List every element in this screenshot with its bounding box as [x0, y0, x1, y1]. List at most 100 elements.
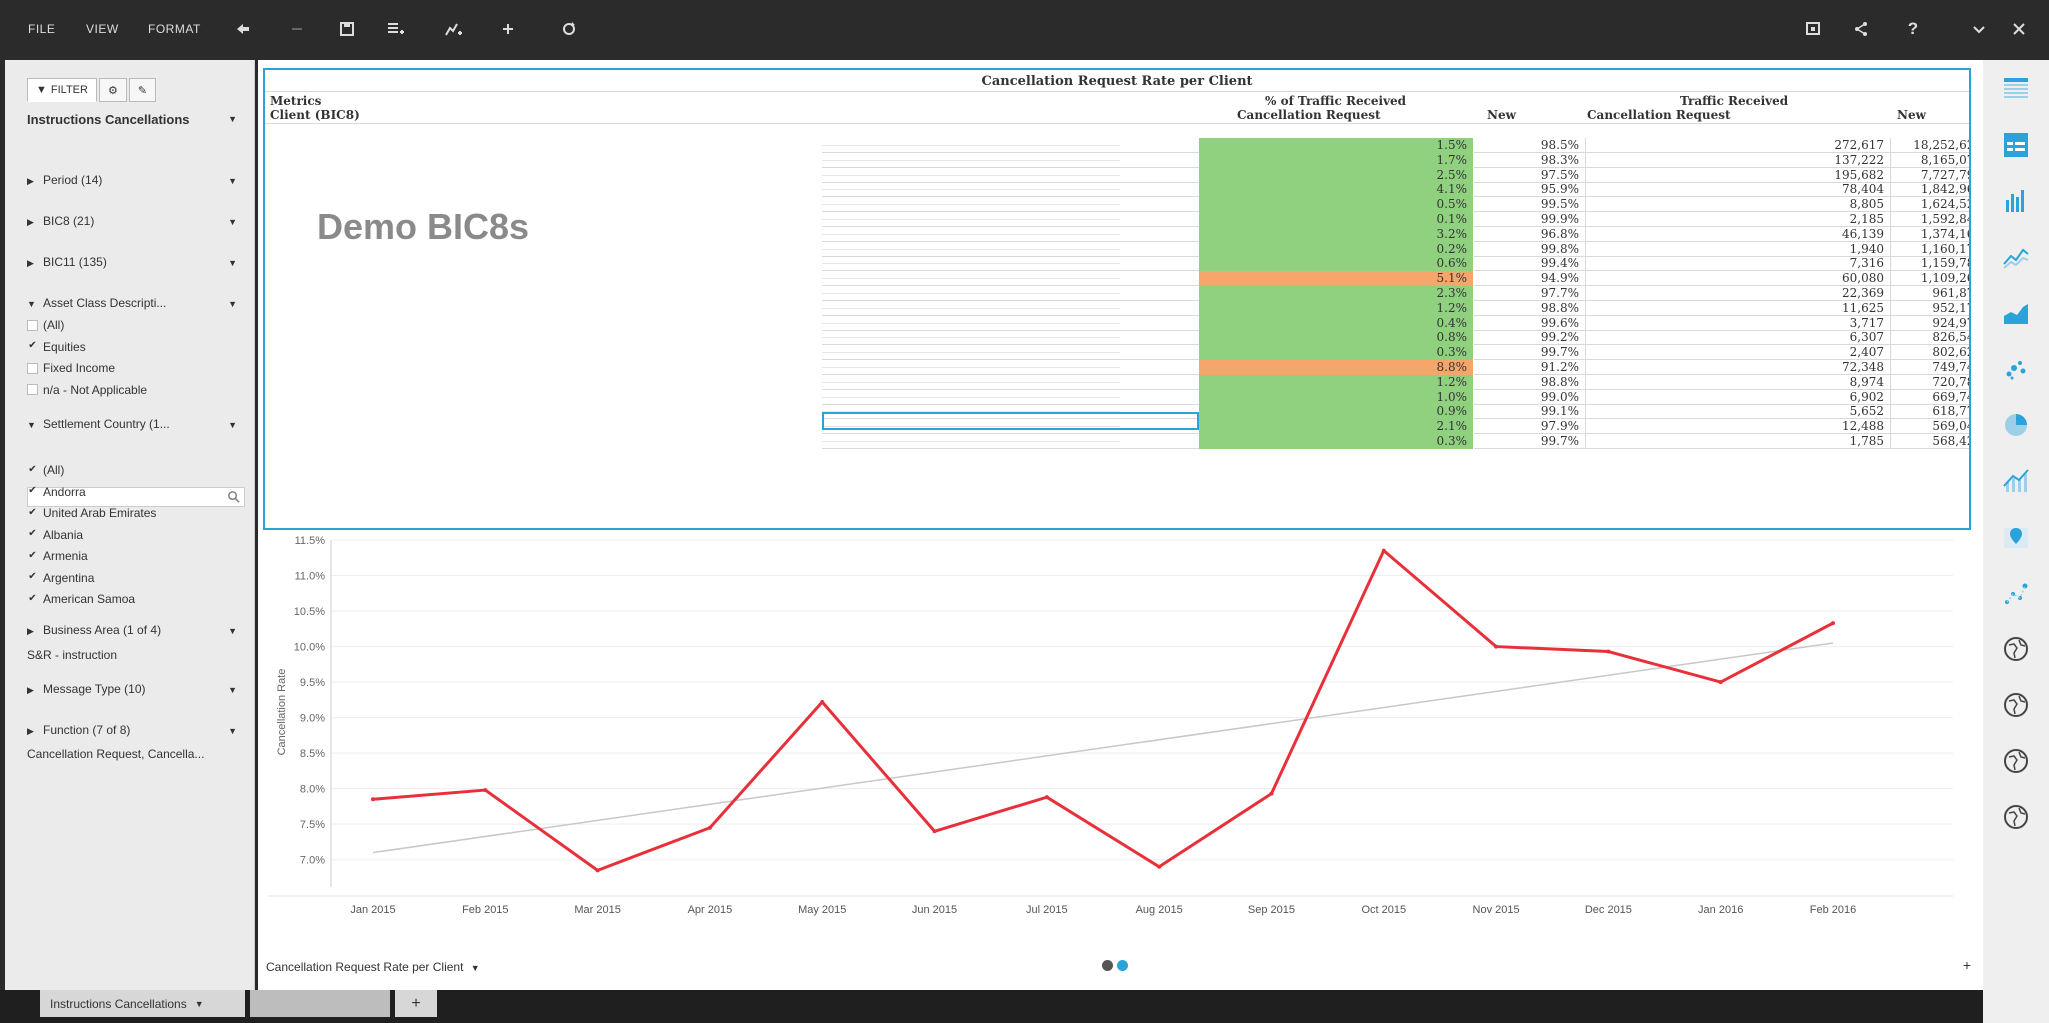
cancellation-count-cell[interactable]: 11,625: [1585, 300, 1890, 316]
new-count-cell[interactable]: 669,742: [1890, 389, 1969, 405]
new-count-cell[interactable]: 1,624,527: [1890, 197, 1969, 212]
cancellation-count-cell[interactable]: 1,785: [1585, 433, 1890, 449]
asset-class-option[interactable]: Fixed Income: [27, 361, 115, 375]
cancellation-count-cell[interactable]: 8,805: [1585, 197, 1890, 212]
new-count-cell[interactable]: 8,165,077: [1890, 152, 1969, 168]
new-count-cell[interactable]: 568,420: [1890, 433, 1969, 449]
table-row[interactable]: 0.5%99.5%8,8051,624,527: [265, 197, 1969, 213]
cancellation-count-cell[interactable]: 6,307: [1585, 330, 1890, 346]
country-option[interactable]: ✔ Armenia: [27, 549, 87, 563]
checkbox-checked-icon[interactable]: ✔: [27, 507, 38, 519]
cancellation-count-cell[interactable]: 2,185: [1585, 211, 1890, 227]
table-row[interactable]: 0.2%99.8%1,9401,160,171: [265, 241, 1969, 257]
table-row[interactable]: 0.4%99.6%3,717924,972: [265, 315, 1969, 331]
filter-message-type[interactable]: ▶ Message Type (10) ▼: [27, 682, 247, 696]
filter-settlement-country[interactable]: ▼ Settlement Country (1... ▼: [27, 417, 247, 431]
table-row[interactable]: 0.3%99.7%1,785568,420: [265, 433, 1969, 449]
table-row[interactable]: 1.5%98.5%272,61718,252,629: [265, 138, 1969, 153]
save-icon[interactable]: [334, 16, 360, 42]
column-header-new[interactable]: New: [1487, 108, 1516, 122]
crosstab-viz-icon[interactable]: [2001, 130, 2031, 160]
table-row[interactable]: 0.3%99.7%2,407802,620: [265, 345, 1969, 361]
redo-icon[interactable]: [286, 16, 312, 42]
new-count-cell[interactable]: 802,620: [1890, 345, 1969, 360]
new-count-cell[interactable]: 7,727,799: [1890, 167, 1969, 183]
cancellation-pct-cell[interactable]: 8.8%: [1199, 359, 1474, 375]
new-pct-cell[interactable]: 99.6%: [1475, 316, 1585, 331]
area-chart-icon[interactable]: [2001, 298, 2031, 328]
cancellation-pct-cell[interactable]: 1.2%: [1199, 300, 1474, 316]
table-row[interactable]: 1.2%98.8%8,974720,785: [265, 374, 1969, 390]
filter-bic8[interactable]: ▶ BIC8 (21) ▼: [27, 214, 247, 228]
new-pct-cell[interactable]: 99.7%: [1475, 434, 1585, 449]
filter-period[interactable]: ▶ Period (14) ▼: [27, 173, 247, 187]
cancellation-count-cell[interactable]: 60,080: [1585, 271, 1890, 286]
checkbox-checked-icon[interactable]: ✔: [27, 593, 38, 605]
chevron-down-icon[interactable]: ▼: [228, 685, 237, 695]
globe-icon[interactable]: [2001, 746, 2031, 776]
cancellation-pct-cell[interactable]: 1.5%: [1199, 138, 1474, 153]
cancellation-count-cell[interactable]: 12,488: [1585, 419, 1890, 434]
add-icon[interactable]: [496, 16, 522, 42]
tab-edit[interactable]: ✎: [128, 78, 157, 102]
client-column-header[interactable]: Client (BIC8): [270, 108, 360, 122]
checkbox-checked-icon[interactable]: ✔: [27, 341, 38, 352]
pie-chart-icon[interactable]: [2001, 410, 2031, 440]
cancellation-pct-cell[interactable]: 0.6%: [1199, 256, 1474, 272]
new-count-cell[interactable]: 618,776: [1890, 404, 1969, 420]
table-row[interactable]: 8.8%91.2%72,348749,741: [265, 359, 1969, 375]
cancellation-count-cell[interactable]: 8,974: [1585, 374, 1890, 390]
page-dot-1[interactable]: [1102, 960, 1113, 971]
new-pct-cell[interactable]: 97.5%: [1475, 168, 1585, 183]
new-pct-cell[interactable]: 99.1%: [1475, 404, 1585, 419]
checkbox-checked-icon[interactable]: ✔: [27, 464, 38, 476]
new-count-cell[interactable]: 749,741: [1890, 359, 1969, 375]
sheet-tab-inactive[interactable]: [250, 990, 390, 1017]
cancellation-count-cell[interactable]: 46,139: [1585, 226, 1890, 242]
new-pct-cell[interactable]: 98.5%: [1475, 138, 1585, 153]
table-row[interactable]: 1.2%98.8%11,625952,176: [265, 300, 1969, 316]
add-visual-icon[interactable]: [440, 16, 466, 42]
presentation-icon[interactable]: [1800, 16, 1826, 42]
new-pct-cell[interactable]: 98.8%: [1475, 301, 1585, 316]
selected-cell[interactable]: [822, 412, 1199, 430]
sheet-tab-active[interactable]: Instructions Cancellations ▼: [40, 990, 245, 1017]
new-pct-cell[interactable]: 99.9%: [1475, 212, 1585, 227]
checkbox-checked-icon[interactable]: ✔: [27, 529, 38, 540]
close-icon[interactable]: [2006, 16, 2032, 42]
new-pct-cell[interactable]: 97.7%: [1475, 286, 1585, 301]
cross-table[interactable]: Cancellation Request Rate per Client Met…: [263, 68, 1971, 530]
table-row[interactable]: 0.8%99.2%6,307826,546: [265, 330, 1969, 346]
cancellation-count-cell[interactable]: 7,316: [1585, 256, 1890, 272]
new-count-cell[interactable]: 569,042: [1890, 419, 1969, 434]
cancellation-pct-cell[interactable]: 0.4%: [1199, 315, 1474, 331]
cancellation-count-cell[interactable]: 22,369: [1585, 285, 1890, 301]
add-data-icon[interactable]: [382, 16, 408, 42]
tab-filter[interactable]: ▼ FILTER: [27, 78, 97, 102]
new-pct-cell[interactable]: 98.3%: [1475, 153, 1585, 168]
new-pct-cell[interactable]: 96.8%: [1475, 227, 1585, 242]
table-viz-icon[interactable]: [2001, 74, 2031, 104]
add-page-icon[interactable]: +: [1963, 957, 1971, 973]
checkbox-checked-icon[interactable]: ✔: [27, 550, 38, 562]
table-row[interactable]: 0.1%99.9%2,1851,592,845: [265, 211, 1969, 227]
share-icon[interactable]: [1848, 16, 1874, 42]
new-pct-cell[interactable]: 99.5%: [1475, 197, 1585, 212]
menu-view[interactable]: VIEW: [86, 22, 119, 36]
table-row[interactable]: 5.1%94.9%60,0801,109,267: [265, 271, 1969, 287]
new-pct-cell[interactable]: 97.9%: [1475, 419, 1585, 434]
add-sheet-button[interactable]: +: [395, 990, 437, 1017]
new-count-cell[interactable]: 924,972: [1890, 315, 1969, 331]
table-row[interactable]: 1.0%99.0%6,902669,742: [265, 389, 1969, 405]
line-chart[interactable]: 7.0% 7.5% 8.0% 8.5% 9.0% 9.5% 10.0% 10.5% 11.0% 1…: [263, 532, 1971, 928]
checkbox-checked-icon[interactable]: ✔: [27, 486, 38, 497]
new-count-cell[interactable]: 1,160,171: [1890, 241, 1969, 257]
filter-business-area[interactable]: ▶ Business Area (1 of 4) ▼: [27, 623, 247, 637]
cancellation-pct-cell[interactable]: 0.3%: [1199, 345, 1474, 360]
new-count-cell[interactable]: 826,546: [1890, 330, 1969, 346]
cancellation-count-cell[interactable]: 137,222: [1585, 152, 1890, 168]
cancellation-pct-cell[interactable]: 3.2%: [1199, 226, 1474, 242]
column-header-traffic-new[interactable]: New: [1897, 108, 1926, 122]
new-count-cell[interactable]: 952,176: [1890, 300, 1969, 316]
table-row[interactable]: 2.3%97.7%22,369961,876: [265, 285, 1969, 301]
